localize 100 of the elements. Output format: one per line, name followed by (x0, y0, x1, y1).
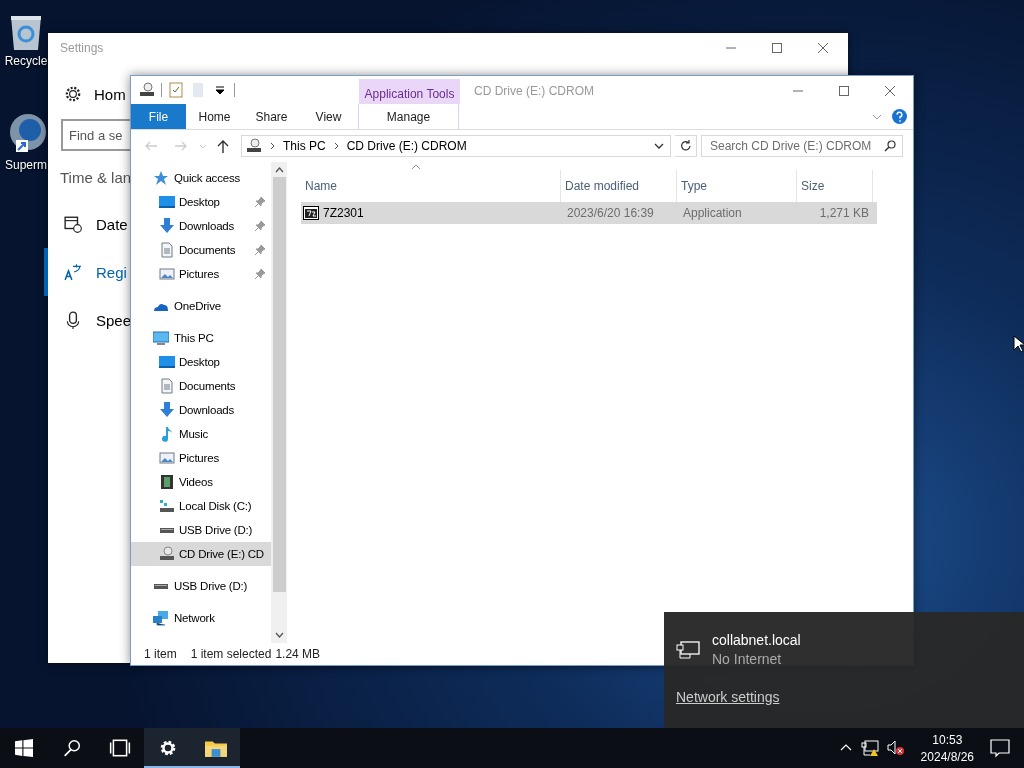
maximize-icon (839, 86, 849, 96)
scrollbar[interactable] (271, 162, 287, 643)
ribbon-tab[interactable]: View (300, 104, 357, 129)
up-arrow-icon[interactable] (215, 138, 231, 154)
file-name: 7Z2301 (323, 206, 364, 220)
calendar-clock-icon (64, 215, 82, 233)
close-icon (818, 43, 828, 53)
language-icon (64, 263, 82, 281)
picture-icon (159, 450, 175, 466)
sort-caret-icon (411, 164, 421, 170)
taskbar-button[interactable] (144, 728, 192, 768)
nav-item[interactable]: Documents (131, 374, 271, 398)
disc-drive-icon (159, 546, 175, 562)
task-view-icon (109, 739, 131, 757)
nav-item[interactable]: Pictures (131, 262, 271, 286)
nav-item[interactable]: Videos (131, 470, 271, 494)
chevron-down-icon[interactable] (872, 113, 882, 120)
ribbon-tab[interactable]: Home (186, 104, 243, 129)
speaker-muted-icon[interactable] (886, 739, 905, 757)
scroll-down-icon[interactable] (274, 630, 284, 639)
app-file-icon (303, 205, 319, 221)
film-icon (159, 474, 175, 490)
nav-item[interactable]: USB Drive (D:) (131, 518, 271, 542)
document-icon (159, 378, 175, 394)
desktop-icon-label: Superm (5, 158, 47, 172)
table-cell-text: 1,271 KB (818, 206, 870, 220)
nav-item[interactable]: Music (131, 422, 271, 446)
section-heading: Time & lan (60, 169, 132, 186)
desktop-icon-label: Recycle (4, 54, 48, 68)
dropdown-chevron-icon[interactable] (654, 143, 664, 149)
clock[interactable]: 10:53 2024/8/26 (912, 732, 982, 764)
scrollbar-thumb[interactable] (272, 177, 286, 592)
gear-icon (159, 739, 177, 757)
breadcrumb[interactable]: CD Drive (E:) CDROM (346, 139, 467, 153)
notification-icon[interactable] (990, 738, 1010, 758)
maximize-icon (772, 43, 782, 53)
ribbon-tab[interactable]: Share (243, 104, 300, 129)
scroll-up-icon[interactable] (274, 166, 284, 175)
nav-item[interactable]: Local Disk (C:) (131, 494, 271, 518)
taskbar-button[interactable] (192, 728, 240, 768)
table-cell-text: 2023/6/20 16:39 (566, 206, 655, 220)
windows-logo-icon (15, 739, 33, 757)
ribbon-tab[interactable]: Manage (358, 104, 459, 129)
desktop-folder-icon (159, 354, 175, 370)
refresh-button[interactable] (675, 135, 697, 157)
window-title: Settings (60, 41, 104, 55)
breadcrumb-chevron-icon (333, 142, 339, 150)
refresh-icon (679, 140, 692, 152)
nav-item[interactable]: Downloads (131, 398, 271, 422)
microphone-icon (64, 311, 82, 329)
sidebar-item[interactable]: Date (44, 200, 128, 248)
nav-item[interactable]: Downloads (131, 214, 271, 238)
drive-icon (153, 582, 169, 590)
window-title: CD Drive (E:) CDROM (473, 83, 594, 100)
nav-item[interactable]: Desktop (131, 190, 271, 214)
nav-item[interactable]: CD Drive (E:) CD (131, 542, 271, 566)
document-icon (159, 242, 175, 258)
search-field[interactable]: Find a se (61, 119, 130, 151)
nav-item[interactable]: This PC (131, 326, 271, 350)
table-cell-text: Application (682, 206, 743, 220)
status-text: 1 item selected (190, 647, 272, 661)
ribbon-tab[interactable]: File (131, 104, 186, 129)
context-tab-header: Application Tools (359, 79, 460, 104)
sidebar-item[interactable]: Spee (44, 296, 132, 344)
mouse-cursor-icon (1013, 335, 1024, 353)
star-icon (153, 170, 169, 186)
nav-item[interactable]: Pictures (131, 446, 271, 470)
checklist-icon[interactable] (168, 82, 184, 98)
picture-icon (159, 266, 175, 282)
disc-drive-icon (246, 138, 262, 154)
sidebar-item[interactable]: Regi (44, 248, 127, 296)
breadcrumb-chevron-icon (270, 142, 275, 150)
file-row[interactable]: 7Z2301 2023/6/20 16:39 Application 1,271 KB (301, 202, 877, 224)
nav-item[interactable]: Documents (131, 238, 271, 262)
home-link[interactable]: Hom (48, 63, 126, 103)
drive-icon[interactable] (139, 82, 155, 98)
settings-icon (64, 85, 82, 103)
drive-icon (159, 526, 175, 534)
search-icon (884, 140, 896, 152)
nav-item[interactable]: Desktop (131, 350, 271, 374)
nav-item[interactable]: Network (131, 606, 271, 630)
status-text: 1.24 MB (275, 647, 321, 661)
network-warning-icon[interactable] (860, 739, 879, 757)
download-arrow-icon (159, 402, 175, 418)
nav-item[interactable]: OneDrive (131, 294, 271, 318)
breadcrumb[interactable]: This PC (283, 139, 326, 153)
network-settings-link[interactable]: Network settings (676, 689, 780, 705)
network-icon (153, 610, 169, 626)
nav-item[interactable]: USB Drive (D:) (131, 574, 271, 598)
desktop-folder-icon (159, 194, 175, 210)
folder-icon (205, 739, 227, 757)
monitor-icon (153, 330, 169, 346)
nav-item[interactable]: Quick access (131, 166, 271, 190)
address-bar[interactable]: This PC CD Drive (E:) CDROM (241, 135, 671, 157)
network-status: No Internet (712, 651, 783, 667)
help-icon[interactable] (892, 109, 907, 124)
hard-drive-icon (159, 498, 175, 514)
music-note-icon (159, 426, 175, 442)
search-icon (63, 739, 81, 757)
close-icon (885, 86, 895, 96)
